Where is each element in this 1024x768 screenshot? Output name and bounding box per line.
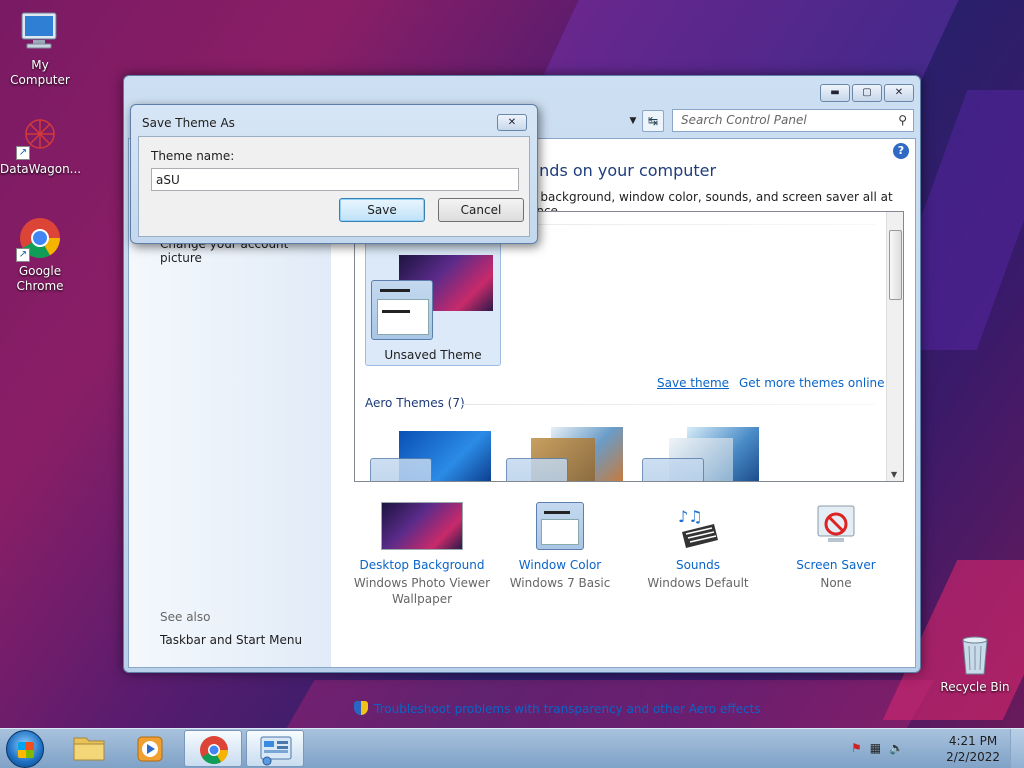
sounds-icon: ♪♫ — [674, 502, 722, 550]
taskbar-start-menu-link[interactable]: Taskbar and Start Menu — [160, 633, 302, 647]
refresh-button[interactable]: ↹ — [642, 110, 664, 132]
chrome-icon: ↗ — [16, 216, 62, 262]
recycle-bin-icon — [953, 632, 997, 676]
page-title: unds on your computer — [529, 161, 717, 180]
divider — [461, 404, 875, 405]
address-dropdown-icon[interactable]: ▼ — [624, 110, 642, 132]
svg-text:♪♫: ♪♫ — [678, 507, 703, 526]
theme-list-scrollbar[interactable]: ▼ — [886, 212, 903, 481]
window-controls: ▬ ▢ ✕ — [820, 84, 914, 102]
desktop-icon-label: My Computer — [10, 58, 70, 87]
see-also-heading: See also — [160, 610, 211, 624]
close-button[interactable]: ✕ — [884, 84, 914, 102]
minimize-button[interactable]: ▬ — [820, 84, 850, 102]
shield-icon — [354, 701, 368, 715]
get-more-themes-link[interactable]: Get more themes online — [739, 376, 885, 390]
theme-window-preview — [370, 458, 432, 481]
setting-title: Desktop Background — [359, 558, 485, 572]
desktop-icon-google-chrome[interactable]: ↗ Google Chrome — [0, 216, 80, 294]
clock-date: 2/2/2022 — [946, 750, 1000, 764]
control-panel-icon — [260, 736, 292, 766]
dialog-title: Save Theme As — [142, 116, 235, 130]
search-icon[interactable]: ⚲ — [898, 113, 907, 127]
setting-title: Sounds — [675, 558, 721, 572]
sounds-setting[interactable]: ♪♫ Sounds Windows Default — [628, 502, 768, 591]
clock[interactable]: 4:21 PM 2/2/2022 — [946, 733, 1000, 765]
save-theme-link[interactable]: Save theme — [657, 376, 729, 390]
setting-subtitle: None — [820, 576, 852, 590]
cancel-button[interactable]: Cancel — [438, 198, 524, 222]
theme-window-preview — [506, 458, 568, 481]
scroll-down-icon[interactable]: ▼ — [891, 470, 897, 479]
unsaved-theme-tile[interactable]: Unsaved Theme — [365, 242, 501, 366]
troubleshoot-link[interactable]: Troubleshoot problems with transparency … — [354, 701, 761, 716]
start-button[interactable] — [6, 730, 44, 768]
folder-icon — [73, 737, 105, 761]
computer-icon — [18, 10, 62, 54]
desktop-icon-datawagon[interactable]: ↗ DataWagon... — [0, 114, 82, 177]
aero-themes-heading: Aero Themes (7) — [365, 396, 465, 410]
theme-window-preview — [642, 458, 704, 481]
search-input[interactable]: Search Control Panel ⚲ — [672, 109, 914, 132]
setting-title: Window Color — [518, 558, 602, 572]
taskbar-chrome-button[interactable] — [184, 730, 242, 767]
search-placeholder: Search Control Panel — [681, 113, 807, 127]
theme-window-preview — [371, 280, 433, 340]
window-color-icon — [536, 502, 584, 550]
scrollbar-thumb[interactable] — [889, 230, 902, 300]
theme-name-input[interactable] — [151, 168, 519, 191]
save-button[interactable]: Save — [339, 198, 425, 222]
setting-subtitle: Windows Photo Viewer Wallpaper — [353, 576, 491, 606]
show-desktop-button[interactable] — [1010, 729, 1024, 768]
desktop-icon-label: DataWagon... — [0, 162, 82, 176]
datawagon-icon: ↗ — [16, 114, 62, 160]
media-player-icon — [137, 736, 163, 762]
desktop-icon-label: Recycle Bin — [940, 680, 1010, 694]
screen-saver-icon — [812, 502, 860, 550]
volume-icon[interactable]: 🔈 — [889, 741, 904, 755]
dialog-body: Theme name: Save Cancel — [138, 136, 530, 237]
desktop-icon-recycle-bin[interactable]: Recycle Bin — [935, 632, 1015, 695]
setting-subtitle: Windows Default — [647, 576, 749, 590]
action-center-icon[interactable]: ⚑ — [851, 741, 862, 755]
setting-subtitle: Windows 7 Basic — [509, 576, 611, 590]
windows-logo-icon — [18, 742, 34, 758]
help-icon[interactable]: ? — [893, 143, 909, 159]
shortcut-arrow-icon: ↗ — [16, 146, 30, 160]
taskbar-media-player-button[interactable] — [122, 730, 180, 767]
taskbar-explorer-button[interactable] — [60, 730, 118, 767]
system-tray: ⚑ ▦ 🔈 — [851, 741, 904, 755]
taskbar: ⚑ ▦ 🔈 4:21 PM 2/2/2022 — [0, 728, 1024, 768]
shortcut-arrow-icon: ↗ — [16, 248, 30, 262]
maximize-button[interactable]: ▢ — [852, 84, 882, 102]
taskbar-control-panel-button[interactable] — [246, 730, 304, 767]
troubleshoot-label: Troubleshoot problems with transparency … — [374, 702, 761, 716]
clock-time: 4:21 PM — [948, 734, 998, 748]
unsaved-theme-label: Unsaved Theme — [384, 348, 482, 362]
window-color-setting[interactable]: Window Color Windows 7 Basic — [490, 502, 630, 591]
screen-saver-setting[interactable]: Screen Saver None — [766, 502, 906, 591]
theme-list: Unsaved Theme Save theme Get more themes… — [354, 211, 904, 482]
desktop-background-icon — [381, 502, 463, 550]
chrome-icon — [200, 736, 228, 764]
save-theme-as-dialog: Save Theme As ✕ Theme name: Save Cancel — [130, 104, 538, 244]
network-icon[interactable]: ▦ — [870, 741, 881, 755]
setting-title: Screen Saver — [796, 558, 876, 572]
desktop-background-setting[interactable]: Desktop Background Windows Photo Viewer … — [352, 502, 492, 607]
theme-name-label: Theme name: — [151, 149, 235, 163]
desktop-icon-label: Google Chrome — [16, 264, 64, 293]
desktop-icon-my-computer[interactable]: My Computer — [0, 10, 80, 88]
dialog-close-button[interactable]: ✕ — [497, 114, 527, 131]
